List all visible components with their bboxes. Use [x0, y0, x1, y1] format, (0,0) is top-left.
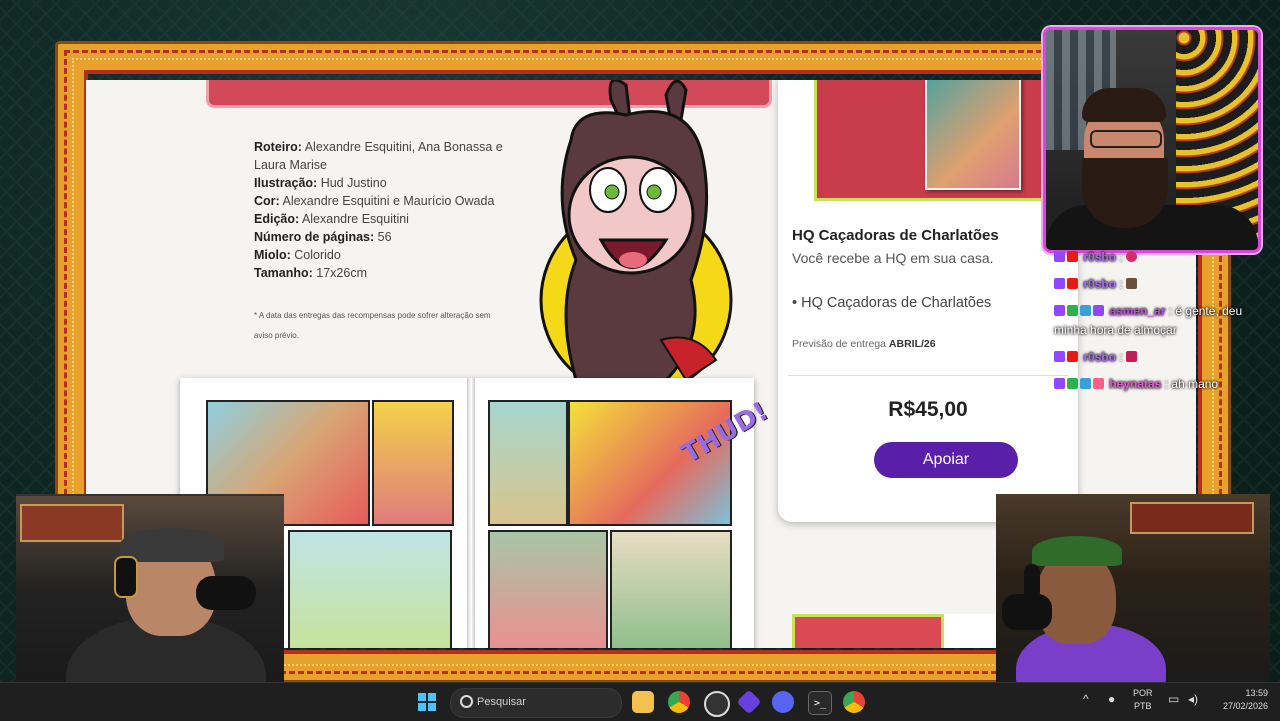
search-icon	[460, 695, 473, 708]
lang-code: POR	[1133, 688, 1153, 698]
cap-icon	[1032, 536, 1122, 566]
glasses-icon	[1090, 130, 1162, 148]
taskbar: Pesquisar >_ ^ ● POR PTB ▭ ◂) 13:59 27/0…	[0, 682, 1280, 721]
credit-tamanho: Tamanho: 17x26cm	[254, 266, 367, 280]
credit-ilustracao: Ilustração: Hud Justino	[254, 176, 387, 190]
next-reward-image	[792, 614, 944, 648]
microphone-tray-icon[interactable]: ●	[1108, 693, 1115, 706]
comic-spine	[467, 378, 475, 648]
heart-icon	[1093, 378, 1104, 389]
divider	[788, 375, 1068, 376]
language-indicator[interactable]: POR PTB	[1133, 687, 1153, 713]
badge-icon	[1080, 305, 1091, 316]
headphones-icon	[114, 556, 138, 598]
discord-icon[interactable]	[772, 691, 794, 713]
badge-icon	[1093, 305, 1104, 316]
credit-cor: Cor: Alexandre Esquitini e Maurício Owad…	[254, 194, 495, 208]
credit-miolo: Miolo: Colorido	[254, 248, 341, 262]
reward-image	[814, 80, 1070, 201]
streamer-webcam	[1043, 27, 1261, 253]
guest-webcam-right	[996, 494, 1270, 682]
chat-user: asmen_ar	[1109, 304, 1166, 318]
clock-time: 13:59	[1245, 688, 1268, 698]
reward-item: • HQ Caçadoras de Charlatões	[792, 295, 992, 311]
badge-icon	[1080, 378, 1091, 389]
badge-icon	[1054, 278, 1065, 289]
credit-edicao: Edição: Alexandre Esquitini	[254, 212, 409, 226]
chrome-profile-icon[interactable]	[843, 691, 865, 713]
llama-illustration	[539, 80, 733, 380]
chat-message: r0sbo :	[1054, 275, 1254, 294]
wall-sign	[1130, 502, 1254, 534]
chat-message: r0sbo :	[1054, 348, 1254, 367]
credits-block: Roteiro: Alexandre Esquitini, Ana Bonass…	[254, 138, 524, 282]
chat-message: asmen_ar : é gente, deu minha hora de al…	[1054, 304, 1243, 337]
comic-panel	[288, 530, 452, 648]
guest-webcam-left	[16, 494, 284, 684]
clock-date: 27/02/2026	[1222, 701, 1268, 711]
badge-icon	[1067, 305, 1078, 316]
obs-icon[interactable]	[704, 691, 730, 717]
comic-book-cover	[925, 80, 1021, 190]
delivery-estimate: Previsão de entrega ABRIL/26	[792, 338, 936, 350]
streamer-hair	[1082, 88, 1166, 122]
keyboard-layout: PTB	[1134, 701, 1152, 711]
reward-description: Você recebe a HQ em sua casa.	[792, 250, 994, 266]
chat-message: heynatas : ah mano	[1054, 375, 1254, 394]
comic-panel	[488, 400, 568, 526]
comic-panel	[568, 400, 732, 526]
cap-icon	[120, 528, 224, 562]
chevron-up-icon[interactable]: ^	[1083, 693, 1089, 706]
chat-user: r0sbo	[1083, 350, 1117, 364]
badge-icon	[1067, 251, 1078, 262]
credit-paginas: Número de páginas: 56	[254, 230, 392, 244]
network-icon[interactable]: ▭	[1168, 693, 1179, 706]
wall-sign	[20, 504, 124, 542]
emote-icon	[1126, 278, 1138, 289]
taskbar-search[interactable]: Pesquisar	[450, 688, 622, 718]
terminal-icon[interactable]: >_	[808, 691, 832, 715]
microphone-icon	[1002, 594, 1052, 630]
microphone-icon	[196, 576, 256, 610]
emote-icon	[1126, 351, 1138, 362]
volume-icon[interactable]: ◂)	[1188, 693, 1198, 706]
badge-icon	[1067, 378, 1078, 389]
chat-user: r0sbo	[1083, 250, 1117, 264]
reward-card: HQ Caçadoras de Charlatões Você recebe a…	[778, 80, 1078, 522]
delivery-note: * A data das entregas das recompensas po…	[254, 311, 491, 340]
support-button[interactable]: Apoiar	[874, 442, 1018, 478]
chat-overlay: r0sbo : r0sbo : asmen_ar : é gente, deu …	[1054, 248, 1254, 402]
chat-user: heynatas	[1109, 377, 1162, 391]
comic-panel	[488, 530, 608, 648]
credit-roteiro: Roteiro: Alexandre Esquitini, Ana Bonass…	[254, 140, 503, 172]
chrome-icon[interactable]	[668, 691, 690, 713]
chat-message: r0sbo :	[1054, 248, 1254, 267]
badge-icon	[1054, 378, 1065, 389]
reward-price: R$45,00	[888, 398, 968, 421]
app-icon[interactable]	[736, 689, 762, 715]
chat-user: r0sbo	[1083, 277, 1117, 291]
comic-panel	[610, 530, 732, 648]
badge-icon	[1054, 305, 1065, 316]
badge-icon	[1067, 278, 1078, 289]
badge-icon	[1054, 351, 1065, 362]
emote-icon	[1126, 251, 1138, 262]
badge-icon	[1054, 251, 1065, 262]
reward-title: HQ Caçadoras de Charlatões	[792, 227, 999, 244]
windows-start-icon[interactable]	[416, 691, 438, 713]
clock[interactable]: 13:59 27/02/2026	[1212, 687, 1268, 713]
comic-panel	[372, 400, 454, 526]
file-explorer-icon[interactable]	[632, 691, 654, 713]
search-placeholder: Pesquisar	[477, 696, 526, 708]
badge-icon	[1067, 351, 1078, 362]
chat-text: ah mano	[1171, 377, 1219, 391]
